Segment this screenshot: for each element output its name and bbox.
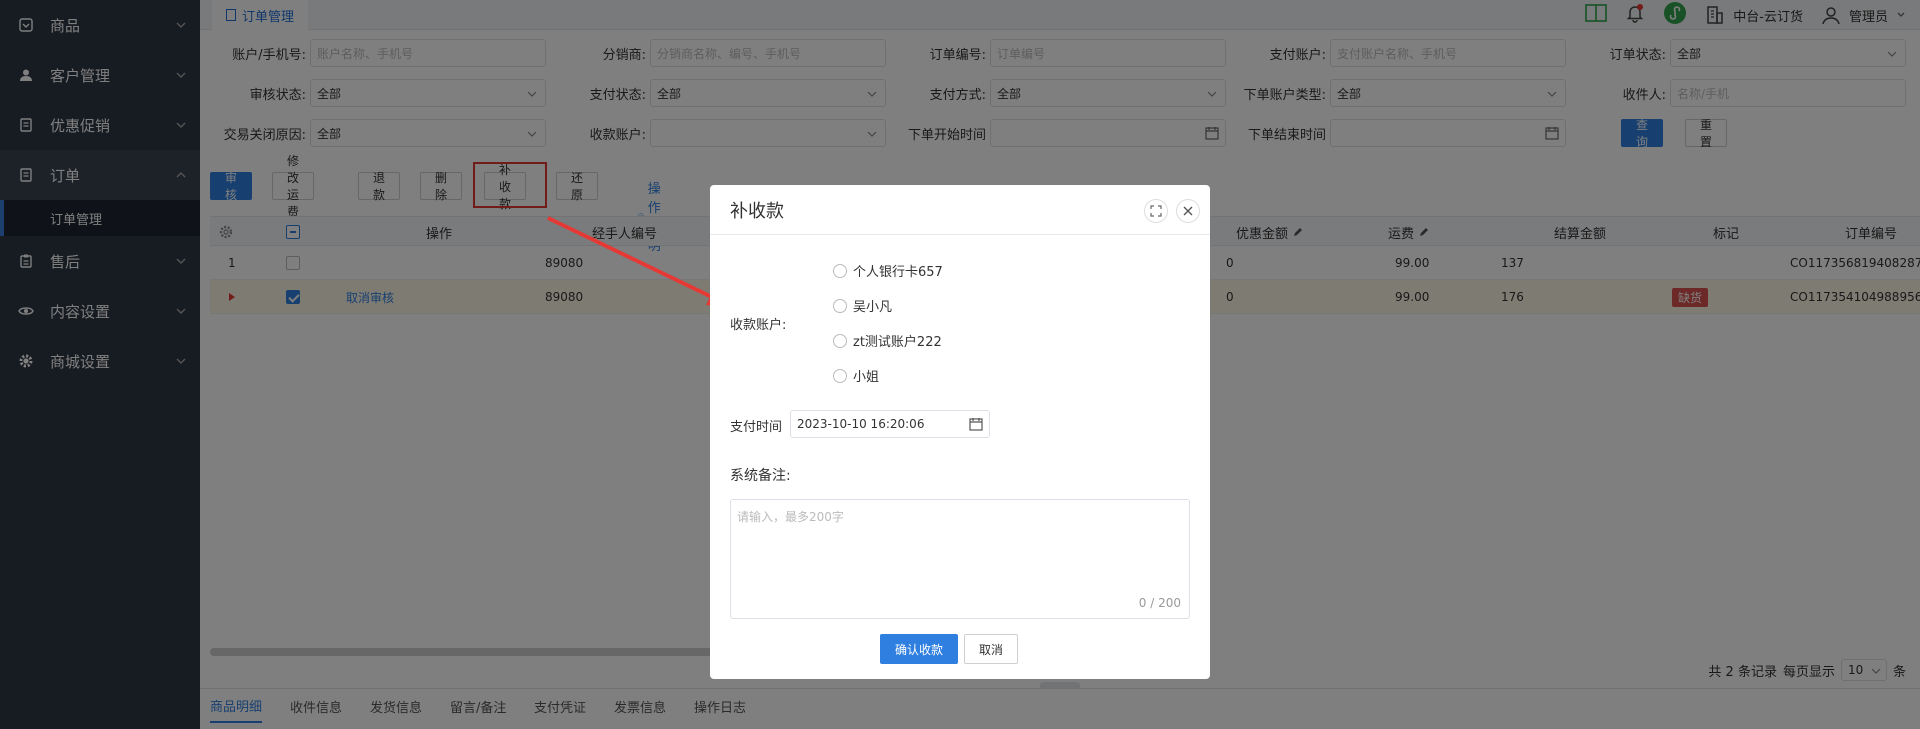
account-option-bank-card[interactable]: 个人银行卡657 xyxy=(833,261,943,280)
account-option-zt-test[interactable]: zt测试账户222 xyxy=(833,331,942,350)
confirm-payment-button[interactable]: 确认收款 xyxy=(880,634,959,664)
char-count: 0 / 200 xyxy=(1138,596,1181,610)
radio-button xyxy=(833,368,847,383)
account-option-miss[interactable]: 小姐 xyxy=(833,366,879,385)
supplement-payment-dialog: 补收款 收款账户: 个人银行卡657 吴小凡 zt测试账户222 小姐 支付时间… xyxy=(710,185,1210,679)
radio-label: 吴小凡 xyxy=(853,300,893,315)
dialog-title: 补收款 xyxy=(730,200,784,222)
close-icon[interactable] xyxy=(1176,199,1200,223)
collect-account-label: 收款账户: xyxy=(730,318,787,333)
maximize-icon[interactable] xyxy=(1144,199,1168,223)
dialog-header: 补收款 xyxy=(710,185,1210,235)
remark-placeholder: 请输入，最多200字 xyxy=(737,510,844,524)
radio-label: 小姐 xyxy=(853,370,880,385)
remark-label: 系统备注: xyxy=(730,468,791,484)
radio-button xyxy=(833,263,847,278)
radio-button xyxy=(833,298,847,313)
radio-label: 个人银行卡657 xyxy=(853,265,943,280)
radio-label: zt测试账户222 xyxy=(853,335,942,350)
cancel-button[interactable]: 取消 xyxy=(964,634,1019,664)
account-option-wu[interactable]: 吴小凡 xyxy=(833,296,892,315)
pay-time-label: 支付时间 xyxy=(730,420,783,435)
radio-button xyxy=(833,333,847,348)
calendar-icon xyxy=(969,418,983,431)
remark-textarea[interactable]: 请输入，最多200字 0 / 200 xyxy=(730,499,1190,619)
pay-time-picker[interactable]: 2023-10-10 16:20:06 xyxy=(790,410,990,438)
pay-time-value: 2023-10-10 16:20:06 xyxy=(797,417,925,431)
